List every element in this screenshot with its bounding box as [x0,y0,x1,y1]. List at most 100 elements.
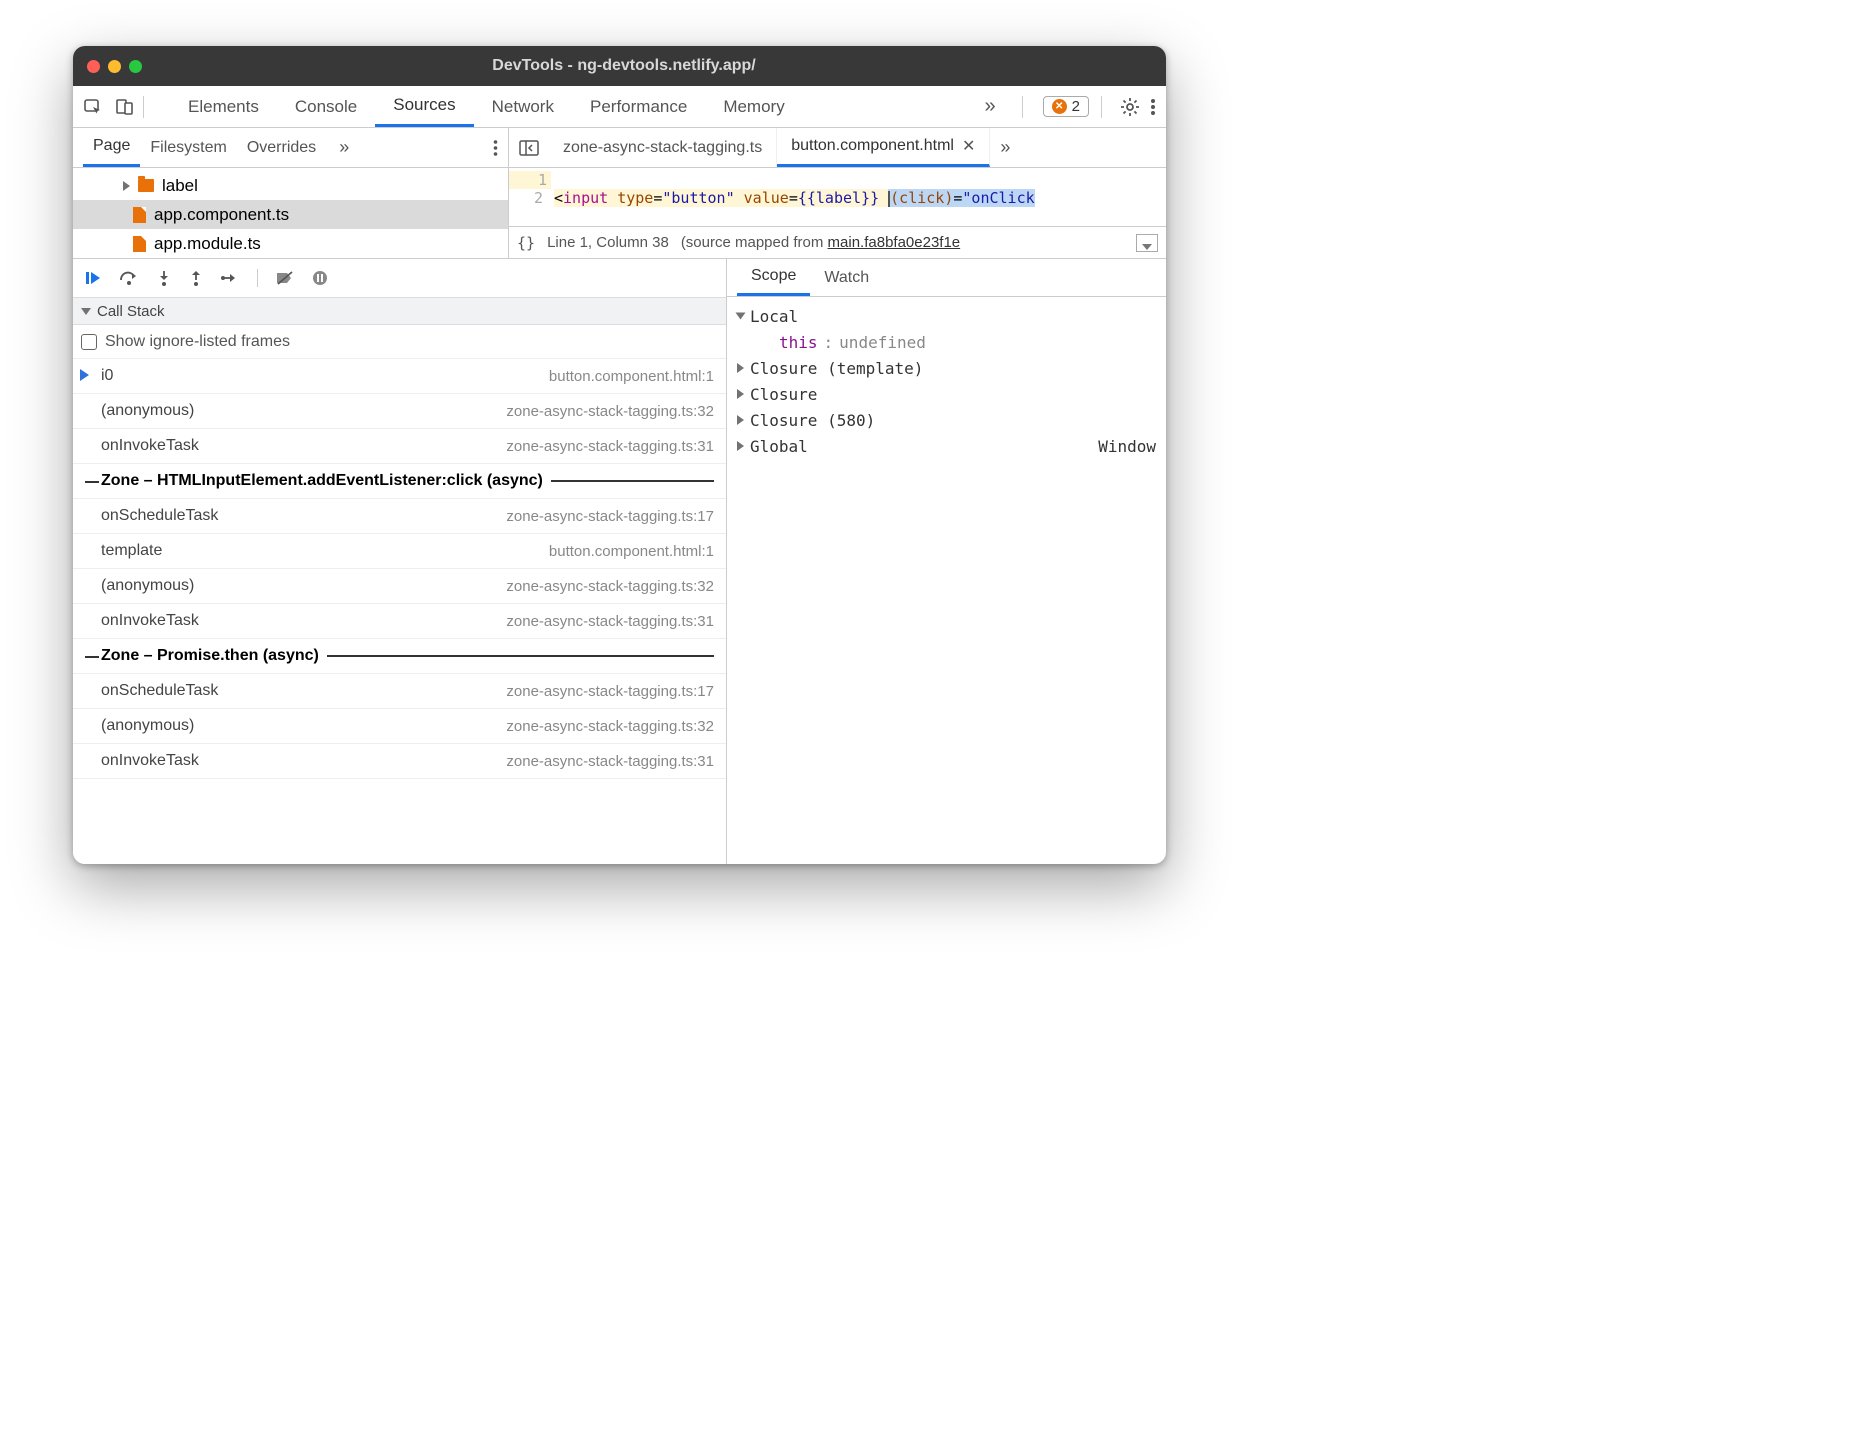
stack-frame[interactable]: (anonymous) zone-async-stack-tagging.ts:3… [73,709,726,744]
navigator-more-icon[interactable]: » [339,137,349,158]
frame-location: zone-async-stack-tagging.ts:32 [506,578,714,595]
prop-value: undefined [839,333,926,352]
async-boundary: Zone – Promise.then (async) [73,639,726,674]
frame-location: zone-async-stack-tagging.ts:31 [506,613,714,630]
stack-frame[interactable]: onScheduleTaskzone-async-stack-tagging.t… [73,499,726,534]
collapse-icon [81,308,91,315]
stack-frame[interactable]: onInvokeTaskzone-async-stack-tagging.ts:… [73,429,726,464]
titlebar: DevTools - ng-devtools.netlify.app/ [73,46,1166,86]
line-gutter: 1 2 [509,168,551,226]
navigator-tab-filesystem[interactable]: Filesystem [140,128,236,167]
panel-tab-network[interactable]: Network [474,86,572,127]
panel-tab-console[interactable]: Console [277,86,375,127]
tree-folder[interactable]: label [73,171,508,200]
step-over-icon[interactable] [119,270,139,286]
stack-frame[interactable]: onScheduleTaskzone-async-stack-tagging.t… [73,674,726,709]
cursor-location: Line 1, Column 38 [547,234,669,251]
expand-icon [737,415,744,425]
close-tab-icon[interactable]: ✕ [962,136,975,156]
toggle-navigator-icon[interactable] [509,140,549,156]
scope-group[interactable]: Closure (580) [737,407,1156,433]
call-stack-header[interactable]: Call Stack [73,297,726,325]
scope-group[interactable]: Closure [737,381,1156,407]
kebab-menu-icon[interactable] [1150,97,1156,117]
tree-file[interactable]: app.module.ts [73,229,508,258]
scope-group[interactable]: GlobalWindow [737,433,1156,459]
show-ignore-checkbox[interactable] [81,334,97,350]
stack-frame[interactable]: (anonymous) zone-async-stack-tagging.ts:3… [73,394,726,429]
stack-frame[interactable]: (anonymous)zone-async-stack-tagging.ts:3… [73,569,726,604]
scope-group[interactable]: Closure (template) [737,355,1156,381]
error-count-badge[interactable]: ✕ 2 [1043,96,1089,117]
editor-tab[interactable]: button.component.html ✕ [777,128,990,167]
frame-location: zone-async-stack-tagging.ts:31 [506,753,714,770]
editor-tab-label: zone-async-stack-tagging.ts [563,139,762,157]
source-map-link[interactable]: main.fa8bfa0e23f1e [828,234,961,251]
expand-icon [737,363,744,373]
frame-name: template [101,542,162,560]
stack-frame[interactable]: templatebutton.component.html:1 [73,534,726,569]
navigator-kebab-icon[interactable] [493,139,498,157]
deactivate-breakpoints-icon[interactable] [276,270,294,286]
frame-name: onInvokeTask [101,752,199,770]
navigator-tab-overrides[interactable]: Overrides [237,128,326,167]
editor-pane: zone-async-stack-tagging.ts button.compon… [509,128,1166,258]
stack-frame[interactable]: onInvokeTask zone-async-stack-tagging.ts:… [73,744,726,779]
settings-gear-icon[interactable] [1120,97,1140,117]
frame-location: zone-async-stack-tagging.ts:17 [506,683,714,700]
code-content[interactable]: <input type="button" value={{label}} (cl… [551,168,1166,226]
step-icon[interactable] [221,271,239,285]
resume-icon[interactable] [85,270,101,286]
editor-tab[interactable]: zone-async-stack-tagging.ts [549,128,777,167]
sources-top-row: PageFilesystemOverrides » label app.compo… [73,128,1166,258]
file-tree[interactable]: labelapp.component.tsapp.module.tsenviro… [73,168,508,258]
frame-name: (anonymous) [101,402,194,420]
navigator-tab-page[interactable]: Page [83,128,140,167]
tree-label: app.component.ts [154,205,289,225]
editor-more-tabs-icon[interactable]: » [990,137,1020,158]
frame-name: onInvokeTask [101,612,199,630]
debug-row: Call Stack Show ignore-listed frames i0 b… [73,258,1166,864]
pause-exceptions-icon[interactable] [312,270,328,286]
scope-value: Window [1098,437,1156,456]
scope-tab-watch[interactable]: Watch [810,259,883,296]
debugger-toolbar [73,259,726,297]
tree-file[interactable]: app.component.ts [73,200,508,229]
device-toggle-icon[interactable] [115,97,135,117]
frame-location: button.component.html:1 [549,368,714,385]
editor-body[interactable]: 1 2 <input type="button" value={{label}}… [509,168,1166,226]
inspect-icon[interactable] [83,97,103,117]
coverage-toggle-icon[interactable] [1136,234,1158,252]
show-ignore-listed-row[interactable]: Show ignore-listed frames [73,325,726,359]
pretty-print-icon[interactable]: {} [517,234,535,252]
expand-icon [737,441,744,451]
scope-label: Closure [750,385,817,404]
frame-location: zone-async-stack-tagging.ts:32 [506,718,714,735]
error-count: 2 [1072,98,1080,115]
frame-name: i0 [101,367,113,385]
scope-pane: ScopeWatch Localthis: undefinedClosure (… [727,259,1166,864]
scope-property[interactable]: this: undefined [737,329,1156,355]
panel-tab-sources[interactable]: Sources [375,86,473,127]
step-into-icon[interactable] [157,270,171,286]
step-out-icon[interactable] [189,270,203,286]
frame-location: zone-async-stack-tagging.ts:17 [506,508,714,525]
scope-group[interactable]: Local [737,303,1156,329]
more-panels-toggle[interactable]: » [985,95,996,118]
call-stack-pane: Call Stack Show ignore-listed frames i0 b… [73,259,727,864]
source-map-info: (source mapped from main.fa8bfa0e23f1e [681,234,960,251]
panel-tab-elements[interactable]: Elements [170,86,277,127]
panel-tab-performance[interactable]: Performance [572,86,705,127]
panel-tab-memory[interactable]: Memory [705,86,802,127]
stack-frame[interactable]: onInvokeTask zone-async-stack-tagging.ts:… [73,604,726,639]
editor-tab-label: button.component.html [791,137,954,155]
scope-tab-scope[interactable]: Scope [737,259,810,296]
scope-body[interactable]: Localthis: undefinedClosure (template) Cl… [727,297,1166,864]
tree-label: app.module.ts [154,234,261,254]
frame-name: (anonymous) [101,717,194,735]
error-icon: ✕ [1052,99,1067,114]
frame-location: zone-async-stack-tagging.ts:32 [506,403,714,420]
stack-frame[interactable]: i0 button.component.html:1 [73,359,726,394]
scope-tabs: ScopeWatch [727,259,1166,297]
expand-icon [123,181,130,191]
